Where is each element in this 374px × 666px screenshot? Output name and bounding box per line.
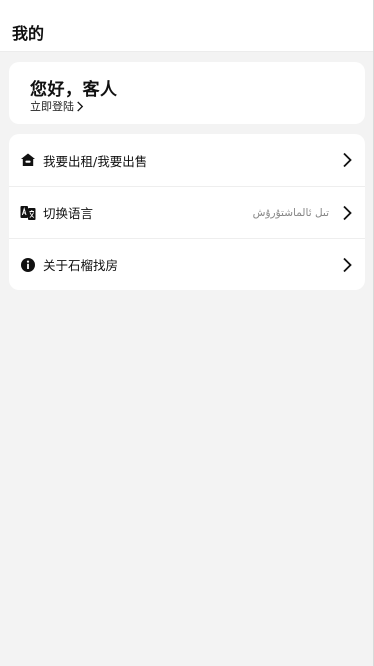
greeting-text: 您好，客人 <box>30 80 118 100</box>
menu-item-about[interactable]: 关于石榴找房 <box>9 238 365 290</box>
menu-card: 我要出租/我要出售 切换语言 تىل ئالماشتۇرۇش 关于石榴找房 <box>9 134 365 290</box>
login-link[interactable]: 立即登陆 <box>30 98 84 114</box>
menu-item-label: 我要出租/我要出售 <box>43 153 148 169</box>
menu-item-rent-sell[interactable]: 我要出租/我要出售 <box>9 134 365 186</box>
house-icon <box>21 153 35 166</box>
menu-item-language[interactable]: 切换语言 تىل ئالماشتۇرۇش <box>9 186 365 238</box>
app-root: 我的 您好，客人 立即登陆 我要出租/我要出售 切换语言 تىل ئالماشت… <box>0 0 374 666</box>
chevron-right-icon <box>343 257 352 272</box>
chevron-right-icon <box>343 152 352 168</box>
info-icon <box>21 257 35 272</box>
menu-item-label: 关于石榴找房 <box>43 258 119 273</box>
page-header: 我的 <box>0 0 374 52</box>
current-language-value: تىل ئالماشتۇرۇش <box>252 206 329 219</box>
page-title: 我的 <box>12 24 45 43</box>
menu-item-label: 切换语言 <box>43 206 94 221</box>
login-label: 立即登陆 <box>30 100 74 113</box>
chevron-right-icon <box>77 100 84 112</box>
translate-icon <box>20 205 36 220</box>
profile-card: 您好，客人 立即登陆 <box>9 62 365 124</box>
chevron-right-icon <box>343 205 352 220</box>
